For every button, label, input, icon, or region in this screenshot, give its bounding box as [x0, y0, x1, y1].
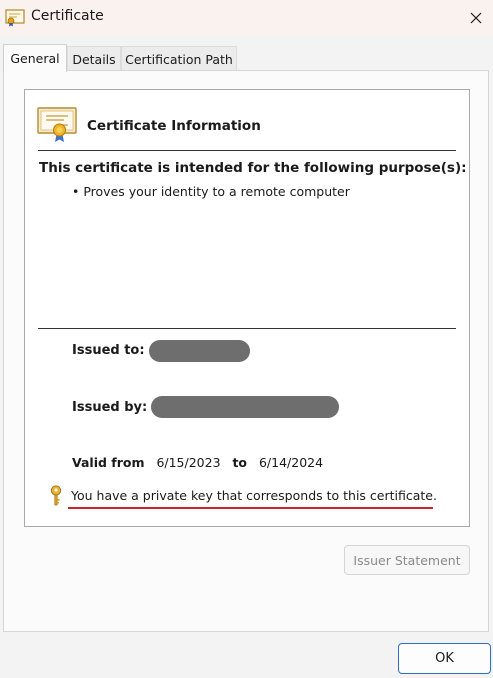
issuer-statement-label: Issuer Statement: [353, 552, 461, 568]
tab-details-label: Details: [72, 52, 116, 67]
annotation-underline: [68, 507, 433, 509]
tab-general[interactable]: General: [3, 44, 67, 72]
ok-label: OK: [435, 651, 454, 666]
tab-certification-path-label: Certification Path: [125, 52, 233, 67]
valid-to-date: 6/14/2024: [258, 455, 324, 470]
issued-to-redacted: [149, 340, 250, 362]
certificate-icon: [5, 9, 25, 27]
purpose-heading: This certificate is intended for the fol…: [39, 160, 467, 176]
tab-certification-path[interactable]: Certification Path: [121, 46, 237, 72]
close-icon: [470, 12, 481, 24]
close-button[interactable]: [458, 0, 493, 36]
tab-strip: General Details Certification Path: [0, 36, 493, 72]
issued-by-label: Issued by:: [72, 400, 148, 415]
divider: [38, 150, 456, 151]
valid-to-label: to: [232, 455, 248, 470]
certificate-icon: [37, 107, 77, 142]
issuer-statement-button[interactable]: Issuer Statement: [344, 545, 470, 575]
valid-from-date: 6/15/2023: [156, 455, 221, 470]
certificate-info-title: Certificate Information: [87, 118, 261, 134]
tab-general-label: General: [10, 51, 60, 66]
issued-by-redacted: [151, 396, 339, 418]
private-key-notice: You have a private key that corresponds …: [71, 488, 437, 503]
validity-row: Valid from 6/15/2023 to 6/14/2024: [72, 455, 323, 470]
ok-button[interactable]: OK: [398, 643, 491, 674]
valid-from-label: Valid from: [72, 455, 145, 470]
purpose-item: • Proves your identity to a remote compu…: [72, 184, 350, 199]
divider: [38, 328, 456, 329]
tab-details[interactable]: Details: [67, 46, 121, 72]
window-title: Certificate: [31, 8, 104, 24]
key-icon: [50, 485, 62, 506]
title-bar: Certificate: [0, 0, 493, 36]
issued-to-label: Issued to:: [72, 343, 145, 358]
